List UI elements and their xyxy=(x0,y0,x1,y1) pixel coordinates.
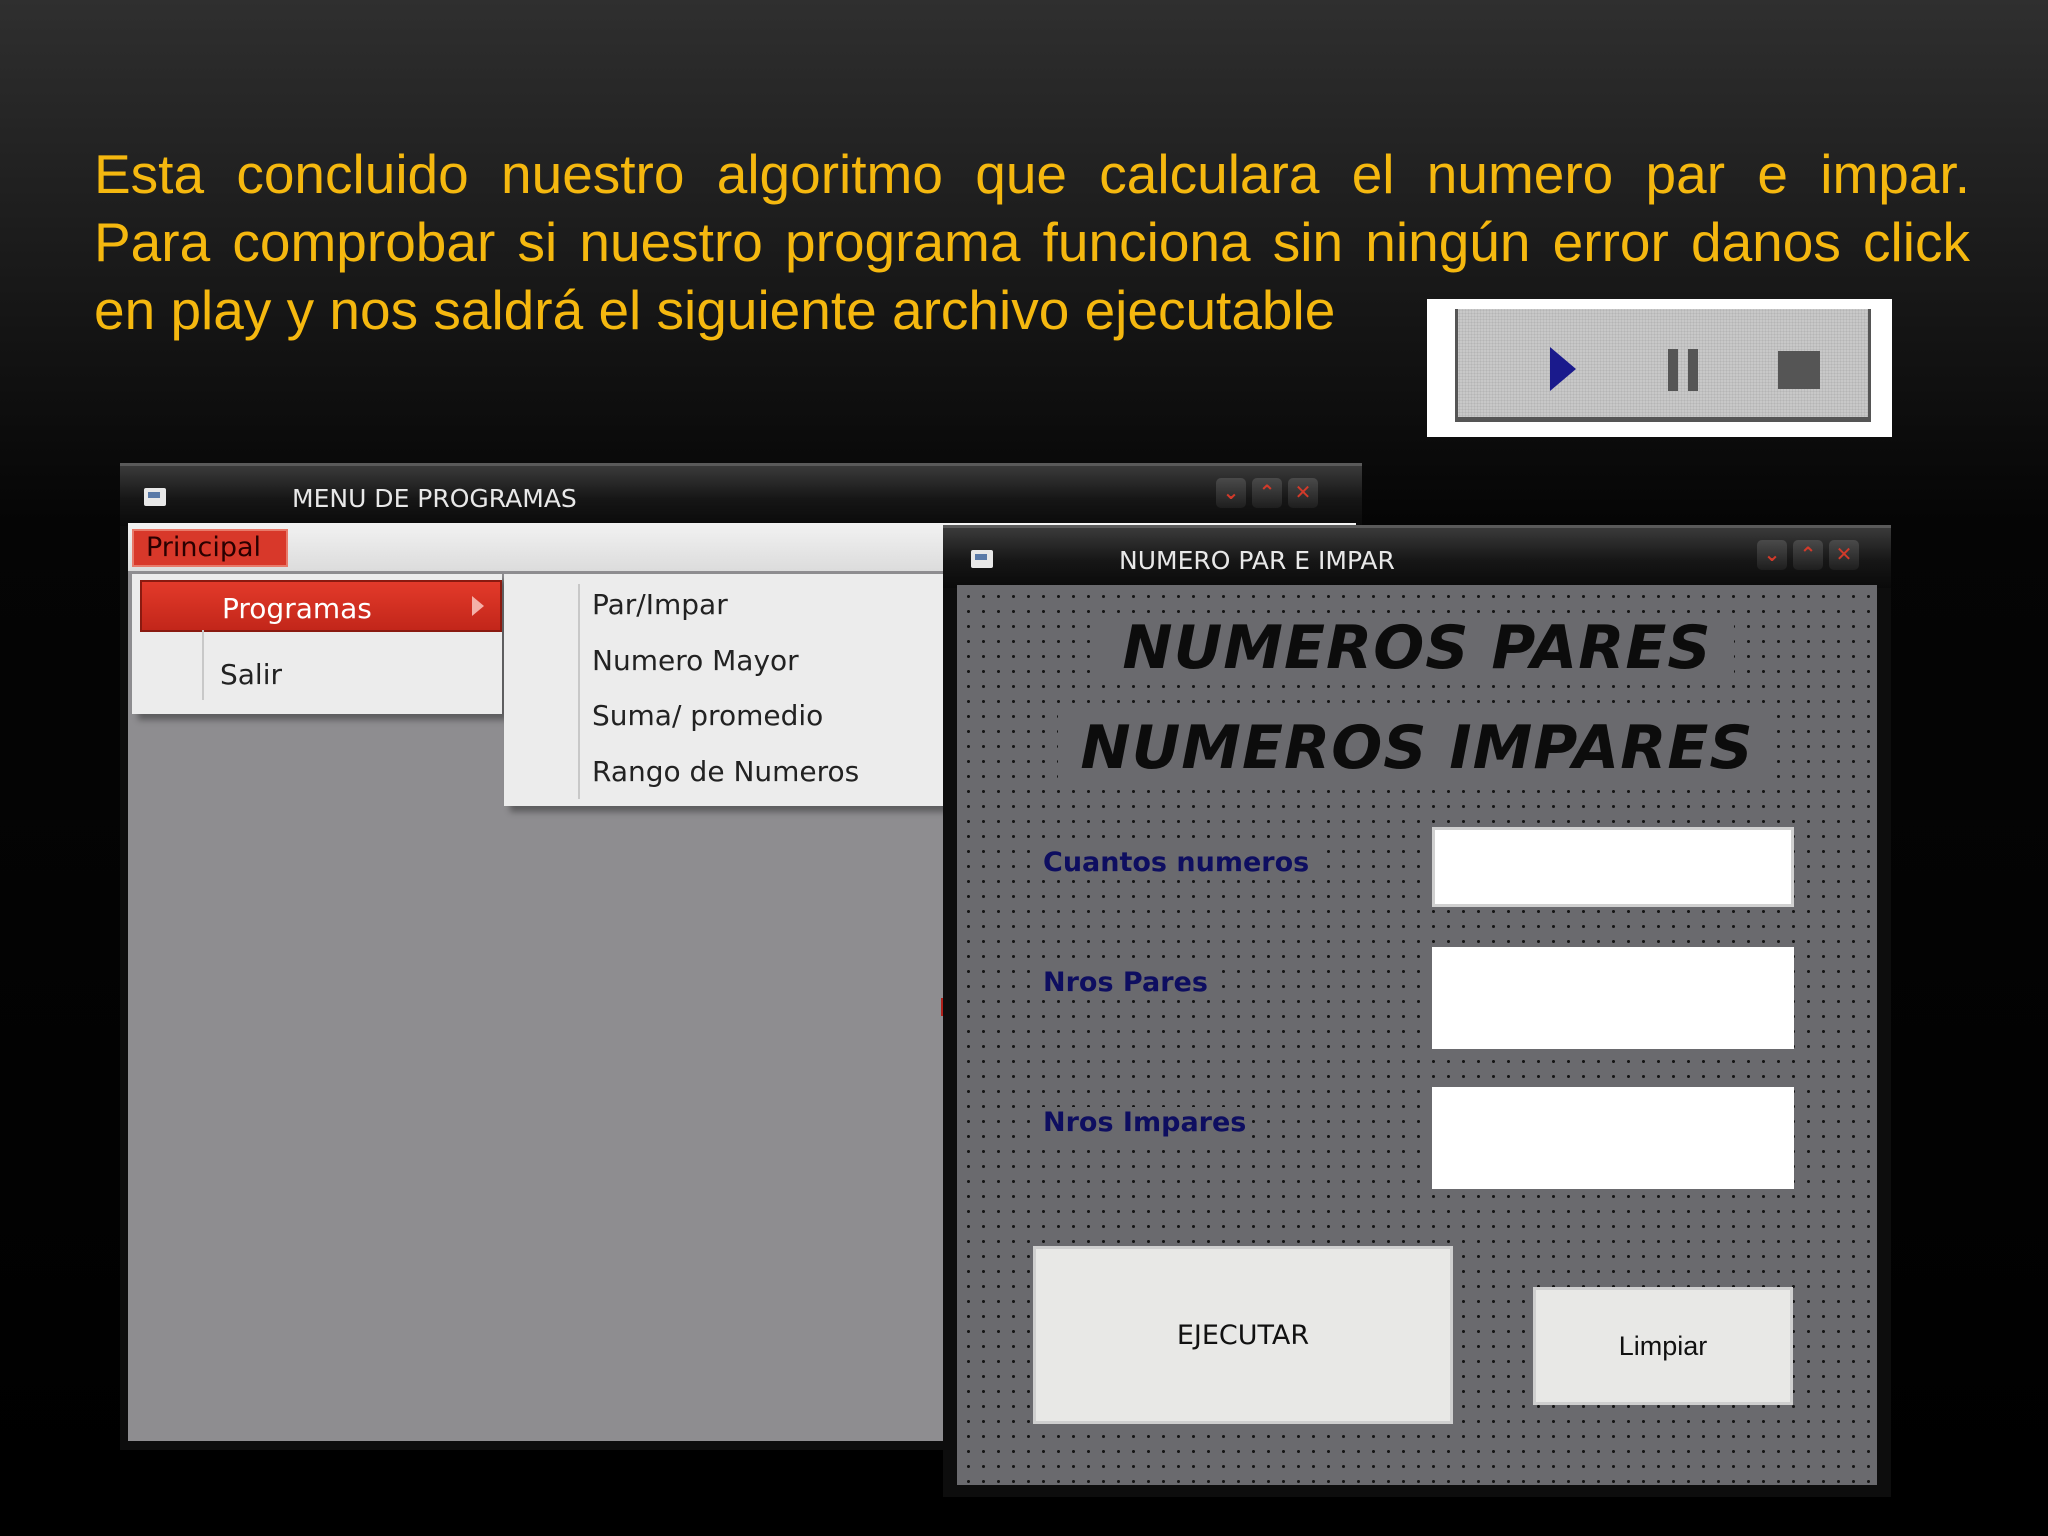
submenu-separator xyxy=(578,584,580,799)
restore-icon: ⌃ xyxy=(1258,480,1276,504)
slide-line-2: Para comprobar si nuestro programa funci… xyxy=(94,211,1970,273)
close-button[interactable]: ✕ xyxy=(1288,478,1318,508)
close-icon: ✕ xyxy=(1835,542,1853,566)
pause-icon[interactable] xyxy=(1668,349,1702,391)
form-window: NUMERO PAR E IMPAR ⌄ ⌃ ✕ NUMEROS PARES NUM… xyxy=(943,525,1891,1497)
play-icon[interactable] xyxy=(1550,347,1576,391)
close-icon: ✕ xyxy=(1294,480,1312,504)
restore-icon: ⌃ xyxy=(1799,542,1817,566)
label-nros-impares: Nros Impares xyxy=(1037,1107,1253,1138)
minimize-button[interactable]: ⌄ xyxy=(1757,540,1787,570)
cuantos-numeros-input[interactable] xyxy=(1432,827,1794,907)
label-nros-pares: Nros Pares xyxy=(1037,967,1214,998)
heading-impares-text: NUMEROS IMPARES xyxy=(1058,713,1776,783)
restore-button[interactable]: ⌃ xyxy=(1793,540,1823,570)
submenu-arrow-icon xyxy=(472,596,484,616)
submenu-item-rango-numeros[interactable]: Rango de Numeros xyxy=(592,755,859,788)
limpiar-button[interactable]: Limpiar xyxy=(1533,1287,1793,1405)
app-icon xyxy=(971,550,993,568)
form-window-titlebar[interactable]: NUMERO PAR E IMPAR ⌄ ⌃ ✕ xyxy=(943,525,1891,588)
nros-impares-output[interactable] xyxy=(1432,1087,1794,1189)
close-button[interactable]: ✕ xyxy=(1829,540,1859,570)
window-controls: ⌄ ⌃ ✕ xyxy=(1751,540,1859,574)
menu-principal[interactable]: Principal xyxy=(132,529,288,567)
heading-pares-text: NUMEROS PARES xyxy=(1100,613,1734,683)
heading-pares: NUMEROS PARES xyxy=(957,613,1877,683)
stop-icon[interactable] xyxy=(1778,351,1820,389)
menu-item-salir[interactable]: Salir xyxy=(140,636,502,691)
window-controls: ⌄ ⌃ ✕ xyxy=(1210,478,1318,512)
menu-window-title: MENU DE PROGRAMAS xyxy=(292,484,577,513)
submenu-item-par-impar[interactable]: Par/Impar xyxy=(592,588,728,621)
minimize-button[interactable]: ⌄ xyxy=(1216,478,1246,508)
submenu-item-numero-mayor[interactable]: Numero Mayor xyxy=(592,644,799,677)
principal-dropdown: Programas Salir xyxy=(132,574,502,714)
form-body: NUMEROS PARES NUMEROS IMPARES Cuantos nu… xyxy=(957,585,1877,1485)
menu-window-titlebar[interactable]: MENU DE PROGRAMAS ⌄ ⌃ ✕ xyxy=(120,463,1362,526)
app-icon xyxy=(144,488,166,506)
slide-line-1: Esta concluido nuestro algoritmo que cal… xyxy=(94,143,1970,205)
restore-button[interactable]: ⌃ xyxy=(1252,478,1282,508)
submenu-item-suma-promedio[interactable]: Suma/ promedio xyxy=(592,699,823,732)
minimize-icon: ⌄ xyxy=(1222,480,1240,504)
menu-item-salir-label: Salir xyxy=(220,658,283,691)
menu-item-programas[interactable]: Programas xyxy=(140,580,502,632)
player-toolbar-image xyxy=(1427,299,1892,437)
nros-pares-output[interactable] xyxy=(1432,947,1794,1049)
minimize-icon: ⌄ xyxy=(1763,542,1781,566)
heading-impares: NUMEROS IMPARES xyxy=(957,713,1877,783)
programas-submenu: Par/Impar Numero Mayor Suma/ promedio Ra… xyxy=(504,574,944,806)
player-toolbar xyxy=(1455,309,1871,422)
ejecutar-button[interactable]: EJECUTAR xyxy=(1033,1246,1453,1424)
menu-item-programas-label: Programas xyxy=(222,592,372,625)
form-window-title: NUMERO PAR E IMPAR xyxy=(1119,546,1395,575)
label-cuantos-numeros: Cuantos numeros xyxy=(1037,847,1316,878)
